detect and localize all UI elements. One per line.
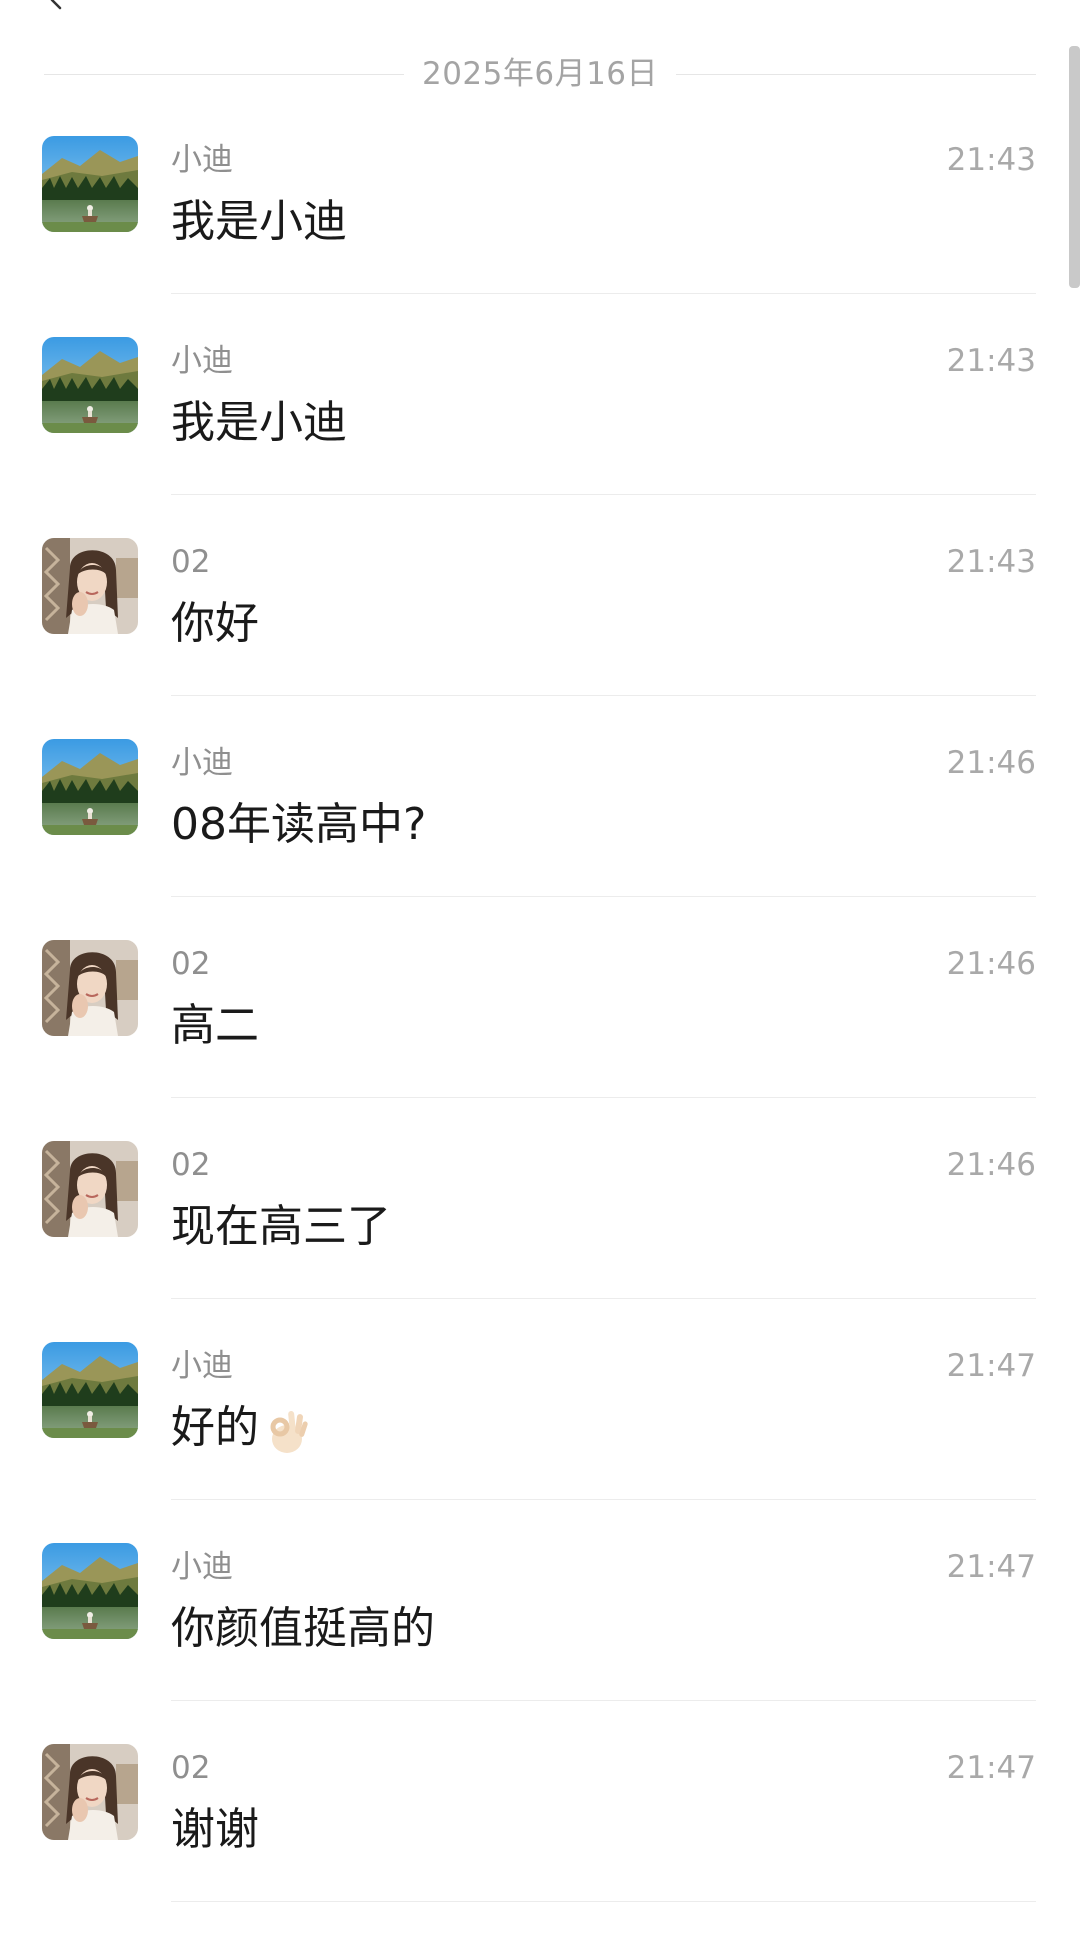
message-divider bbox=[171, 293, 1036, 294]
message-text: 高二 bbox=[171, 998, 259, 1054]
sender-name: 小迪 bbox=[171, 745, 233, 781]
sender-name: 02 bbox=[171, 1147, 211, 1183]
message-text: 现在高三了 bbox=[171, 1199, 391, 1255]
message-divider bbox=[171, 896, 1036, 897]
landscape-avatar[interactable] bbox=[42, 337, 138, 433]
message-text: 你颜值挺高的 bbox=[171, 1601, 435, 1657]
date-line-right bbox=[676, 74, 1036, 75]
sender-name: 小迪 bbox=[171, 343, 233, 379]
sender-name: 小迪 bbox=[171, 1348, 233, 1384]
girl-avatar[interactable] bbox=[42, 1141, 138, 1237]
message-text-content: 谢谢 bbox=[171, 1804, 259, 1855]
message-time: 21:43 bbox=[946, 343, 1036, 379]
message-divider bbox=[171, 494, 1036, 495]
message-item[interactable]: 02 21:43 你好 bbox=[0, 538, 1080, 739]
message-text-content: 现在高三了 bbox=[171, 1201, 391, 1252]
sender-name: 02 bbox=[171, 544, 211, 580]
message-divider bbox=[171, 1298, 1036, 1299]
message-text-content: 我是小迪 bbox=[171, 397, 347, 448]
message-time: 21:47 bbox=[946, 1549, 1036, 1585]
message-item[interactable]: 小迪 21:46 08年读高中? bbox=[0, 739, 1080, 940]
girl-avatar[interactable] bbox=[42, 538, 138, 634]
message-item[interactable]: 02 21:46 现在高三了 bbox=[0, 1141, 1080, 1342]
girl-avatar[interactable] bbox=[42, 940, 138, 1036]
date-line-left bbox=[44, 74, 404, 75]
message-divider bbox=[171, 695, 1036, 696]
message-text-content: 我是小迪 bbox=[171, 196, 347, 247]
message-time: 21:47 bbox=[946, 1348, 1036, 1384]
message-time: 21:46 bbox=[946, 946, 1036, 982]
message-time: 21:47 bbox=[946, 1750, 1036, 1786]
message-text: 谢谢 bbox=[171, 1802, 259, 1858]
date-separator: 2025年6月16日 bbox=[44, 52, 1036, 96]
message-time: 21:46 bbox=[946, 745, 1036, 781]
top-bar bbox=[0, 0, 1080, 30]
message-divider bbox=[171, 1499, 1036, 1500]
sender-name: 小迪 bbox=[171, 142, 233, 178]
message-time: 21:43 bbox=[946, 142, 1036, 178]
message-text: 你好 bbox=[171, 596, 259, 652]
back-arrow-icon[interactable] bbox=[44, 0, 68, 12]
message-divider bbox=[171, 1901, 1036, 1902]
message-text: 好的 bbox=[171, 1400, 311, 1456]
landscape-avatar[interactable] bbox=[42, 1543, 138, 1639]
message-text: 我是小迪 bbox=[171, 395, 347, 451]
message-divider bbox=[171, 1097, 1036, 1098]
message-text-content: 你好 bbox=[171, 598, 259, 649]
girl-avatar[interactable] bbox=[42, 1744, 138, 1840]
sender-name: 小迪 bbox=[171, 1549, 233, 1585]
message-item[interactable]: 小迪 21:47 你颜值挺高的 bbox=[0, 1543, 1080, 1744]
sender-name: 02 bbox=[171, 946, 211, 982]
message-divider bbox=[171, 1700, 1036, 1701]
message-item[interactable]: 02 21:47 谢谢 bbox=[0, 1744, 1080, 1945]
date-label: 2025年6月16日 bbox=[421, 56, 659, 92]
message-text-content: 你颜值挺高的 bbox=[171, 1603, 435, 1654]
message-text: 我是小迪 bbox=[171, 194, 347, 250]
message-item[interactable]: 02 21:46 高二 bbox=[0, 940, 1080, 1141]
landscape-avatar[interactable] bbox=[42, 136, 138, 232]
message-text: 08年读高中? bbox=[171, 797, 426, 853]
landscape-avatar[interactable] bbox=[42, 1342, 138, 1438]
message-item[interactable]: 小迪 21:43 我是小迪 bbox=[0, 136, 1080, 337]
message-item[interactable]: 小迪 21:43 我是小迪 bbox=[0, 337, 1080, 538]
message-time: 21:46 bbox=[946, 1147, 1036, 1183]
message-time: 21:43 bbox=[946, 544, 1036, 580]
ok-hand-emoji-icon bbox=[263, 1405, 311, 1455]
landscape-avatar[interactable] bbox=[42, 739, 138, 835]
message-text-content: 高二 bbox=[171, 1000, 259, 1051]
message-text-content: 好的 bbox=[171, 1402, 259, 1453]
message-text-content: 08年读高中? bbox=[171, 799, 427, 850]
message-item[interactable]: 小迪 21:47 好的 bbox=[0, 1342, 1080, 1543]
sender-name: 02 bbox=[171, 1750, 211, 1786]
